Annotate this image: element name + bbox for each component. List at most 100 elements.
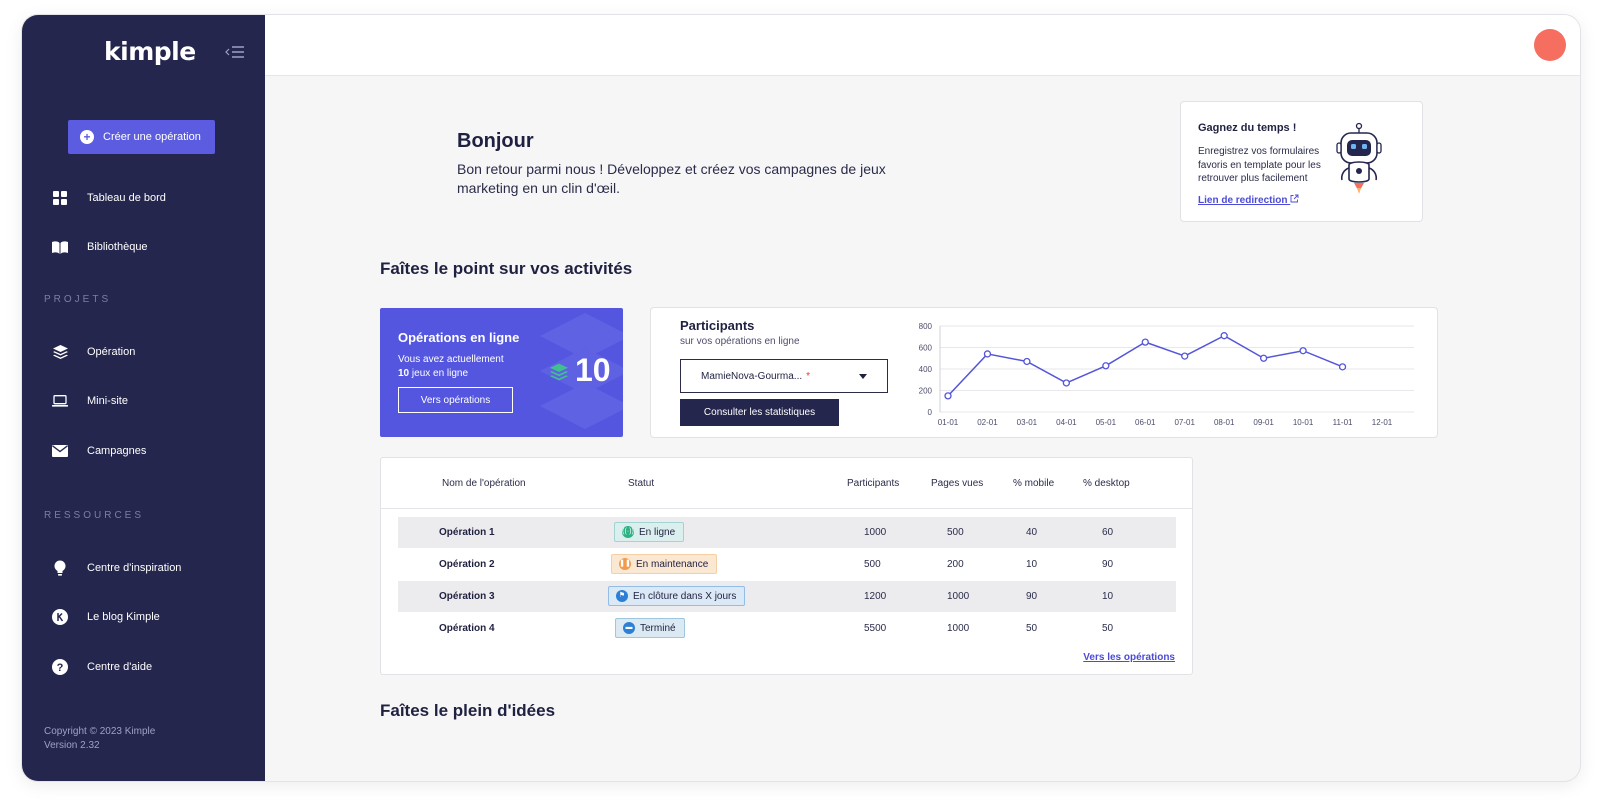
y-tick-label: 400 [919,365,933,374]
col-header-desktop[interactable]: % desktop [1083,478,1130,489]
projects-section-label: PROJETS [44,294,112,305]
data-point [983,350,992,358]
version-line: Version 2.32 [44,740,100,751]
x-tick-label: 04-01 [1056,418,1077,427]
operation-select[interactable]: MamieNova-Gourma... * [680,359,888,393]
greeting-text: Bon retour parmi nous ! Développez et cr… [457,161,886,196]
online-operations-card: Opérations en ligne Vous avez actuelleme… [380,308,623,437]
y-tick-label: 200 [919,387,933,396]
create-operation-button[interactable]: + Créer une opération [68,120,215,154]
layers-icon [52,344,68,360]
views-value: 500 [947,527,964,538]
status-label: Terminé [640,622,676,634]
data-point [1181,352,1189,360]
collapse-sidebar-icon[interactable] [225,43,247,61]
to-operations-link[interactable]: Vers les opérations [1083,652,1175,663]
operation-name: Opération 4 [439,623,495,634]
greeting-title: Bonjour [457,130,534,152]
sidebar-item-minisite[interactable]: Mini-site [52,389,128,413]
x-tick-label: 02-01 [977,418,998,427]
col-header-status[interactable]: Statut [628,478,654,489]
table-row[interactable]: Opération 4 ▬ Terminé 5500 1000 50 50 [398,613,1176,644]
robot-illustration [1331,122,1387,206]
data-point [1338,363,1347,371]
sidebar-item-inspiration[interactable]: Centre d'inspiration [52,556,181,580]
data-point [1299,347,1307,355]
laptop-icon [52,393,68,409]
mobile-value: 50 [1026,623,1038,634]
table-row[interactable]: Opération 1 ((·)) En ligne 1000 500 40 6… [398,517,1176,548]
col-header-mobile[interactable]: % mobile [1013,478,1054,489]
flag-status-icon: ⚑ [616,590,628,602]
svg-text:?: ? [57,662,64,674]
tip-link-label: Lien de redirection [1198,195,1288,206]
to-operations-button[interactable]: Vers opérations [398,387,513,413]
online-text-suffix: jeux en ligne [411,368,469,379]
kimple-logo[interactable]: kimple [104,37,196,66]
copyright-line: Copyright © 2023 Kimple [44,726,156,737]
operation-name: Opération 1 [439,527,495,538]
sidebar-item-campaigns[interactable]: Campagnes [52,439,146,463]
views-value: 200 [947,559,964,570]
activities-title: Faîtes le point sur vos activités [380,259,633,278]
status-badge: ((·)) En ligne [614,522,685,542]
y-tick-label: 0 [928,408,933,417]
x-tick-label: 05-01 [1096,418,1117,427]
table-header: Nom de l'opération Statut Participants P… [381,458,1192,509]
sidebar-item-help[interactable]: ? Centre d'aide [52,655,152,679]
operations-table: Nom de l'opération Statut Participants P… [380,457,1193,675]
x-tick-label: 09-01 [1253,418,1274,427]
data-point [1141,338,1149,346]
table-row[interactable]: Opération 3 ⚑ En clôture dans X jours 12… [398,581,1176,612]
status-label: En maintenance [636,558,709,570]
y-tick-label: 600 [919,344,933,353]
sidebar-item-operation[interactable]: Opération [52,340,135,364]
col-header-views[interactable]: Pages vues [931,478,983,489]
sidebar-item-label: Bibliothèque [87,241,148,253]
mobile-value: 10 [1026,559,1038,570]
app-window: kimple + Créer une opération Tableau de … [22,15,1580,781]
table-row[interactable]: Opération 2 ❚❚ En maintenance 500 200 10… [398,549,1176,580]
col-header-participants[interactable]: Participants [847,478,899,489]
top-bar [265,15,1580,76]
sidebar-item-dashboard[interactable]: Tableau de bord [52,186,166,210]
sidebar-item-blog[interactable]: Le blog Kimple [52,605,160,629]
participants-line-chart: 0 200 400 600 800 01-01 02-01 03-01 04-01 05-01 06… [919,322,1414,427]
y-tick-label: 800 [919,322,933,331]
data-point [1259,354,1268,362]
avatar[interactable] [1534,29,1566,61]
views-value: 1000 [947,623,970,634]
operation-name: Opération 3 [439,591,495,602]
participants-value: 5500 [864,623,887,634]
envelope-icon [52,443,68,459]
online-card-text: Vous avez actuellement 10 jeux en ligne [398,353,528,381]
tip-redirect-link[interactable]: Lien de redirection [1198,194,1299,206]
tip-card: Gagnez du temps ! Enregistrez vos formul… [1180,101,1423,222]
help-icon: ? [52,659,68,675]
desktop-value: 90 [1102,559,1114,570]
sidebar-item-label: Tableau de bord [87,192,166,204]
sidebar-item-label: Centre d'aide [87,661,153,673]
participants-value: 500 [864,559,881,570]
x-tick-label: 03-01 [1017,418,1038,427]
x-tick-label: 07-01 [1174,418,1195,427]
status-label: En ligne [639,526,676,538]
sidebar-item-label: Le blog Kimple [87,611,160,623]
online-status-icon: ((·)) [622,526,634,538]
col-header-name[interactable]: Nom de l'opération [442,478,526,489]
online-card-title: Opérations en ligne [398,330,520,345]
status-label: En clôture dans X jours [633,590,737,602]
operation-name: Opération 2 [439,559,495,570]
sidebar-item-label: Centre d'inspiration [87,562,182,574]
participants-value: 1000 [864,527,887,538]
x-tick-label: 10-01 [1293,418,1314,427]
mobile-value: 90 [1026,591,1038,602]
chevron-down-icon [859,374,867,379]
sidebar-item-library[interactable]: Bibliothèque [52,235,148,259]
online-text-count: 10 [398,368,410,379]
view-stats-button[interactable]: Consulter les statistiques [680,399,839,426]
ideas-title: Faîtes le plein d'idées [380,701,556,720]
data-point [1023,357,1031,366]
status-badge: ❚❚ En maintenance [611,554,718,574]
finished-status-icon: ▬ [623,622,635,634]
